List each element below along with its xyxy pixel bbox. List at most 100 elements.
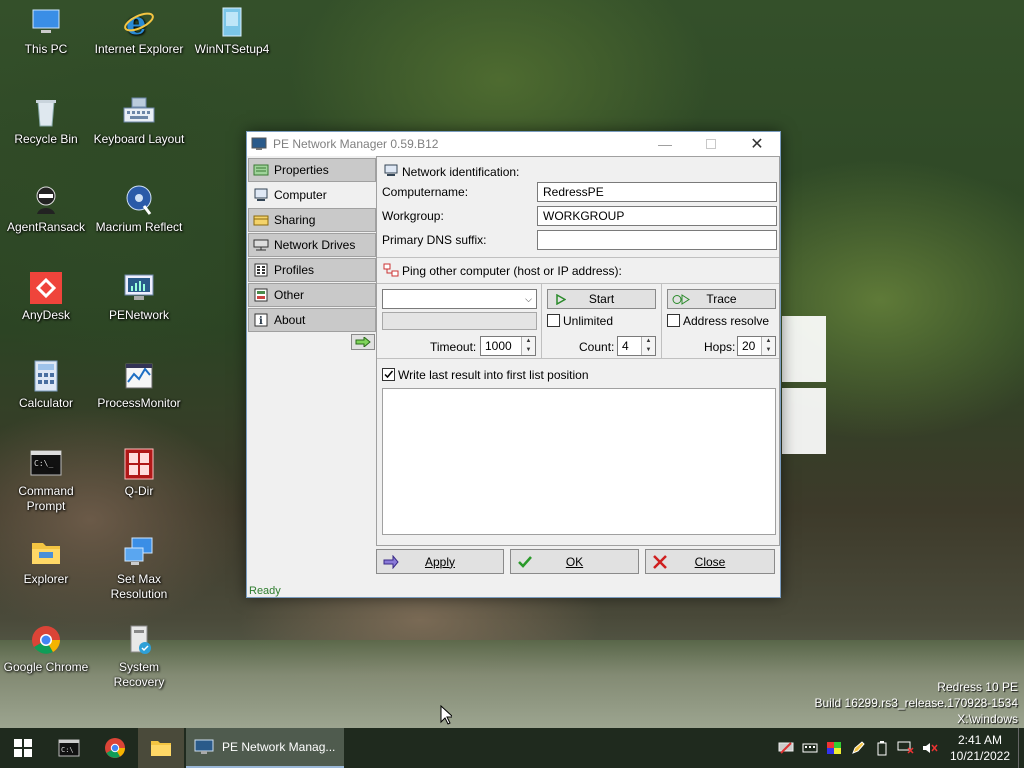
command-prompt-icon: C:\ — [58, 739, 80, 757]
macrium-reflect-icon — [122, 184, 156, 216]
tray-color-display[interactable] — [822, 728, 846, 768]
count-spinner[interactable]: 4 ▲ ▼ — [617, 336, 656, 356]
chrome-icon — [29, 624, 63, 656]
computername-field[interactable]: RedressPE — [537, 182, 777, 202]
apply-button[interactable]: Apply — [376, 549, 504, 574]
desktop-icon-winntsetup4[interactable]: WinNTSetup4 — [186, 6, 278, 57]
process-monitor-icon — [122, 360, 156, 392]
hops-label: Hops: — [704, 340, 736, 354]
trace-icon — [672, 294, 690, 305]
workgroup-label: Workgroup: — [382, 209, 444, 223]
divider — [377, 358, 779, 359]
tray-network-disconnected[interactable] — [894, 728, 918, 768]
tray-keyboard[interactable] — [798, 728, 822, 768]
minimize-button[interactable]: — — [642, 132, 688, 156]
collapse-sidebar-button[interactable] — [351, 334, 375, 350]
desktop-icon-penetwork[interactable]: PENetwork — [93, 272, 185, 323]
desktop-icon-command-prompt[interactable]: C:\_ Command Prompt — [0, 448, 92, 514]
desktop-icon-macrium-reflect[interactable]: Macrium Reflect — [93, 184, 185, 235]
anydesk-icon — [29, 272, 63, 304]
checkmark-icon — [518, 556, 532, 568]
desktop-icon-anydesk[interactable]: AnyDesk — [0, 272, 92, 323]
app-icon — [251, 137, 267, 151]
nav-item-profiles[interactable]: Profiles — [248, 258, 376, 282]
command-prompt-icon: C:\_ — [29, 448, 63, 480]
trace-button[interactable]: Trace — [667, 289, 776, 309]
tray-battery[interactable] — [870, 728, 894, 768]
maximize-button[interactable] — [688, 132, 734, 156]
network-monitor-icon — [122, 272, 156, 304]
hops-spinner[interactable]: 20 ▲ ▼ — [737, 336, 776, 356]
taskbar-clock[interactable]: 2:41 AM 10/21/2022 — [942, 732, 1018, 764]
spin-arrows-icon[interactable]: ▲ ▼ — [641, 337, 655, 355]
ping-results-list[interactable] — [382, 388, 776, 535]
nav-item-network-drives[interactable]: Network Drives — [248, 233, 376, 257]
network-drive-icon — [253, 239, 269, 251]
spin-arrows-icon[interactable]: ▲ ▼ — [521, 337, 535, 355]
windows-logo-wallpaper — [782, 316, 828, 454]
close-button[interactable]: Close — [645, 549, 775, 574]
dns-suffix-field[interactable] — [537, 230, 777, 250]
desktop-icon-explorer[interactable]: Explorer — [0, 536, 92, 587]
taskbar-explorer[interactable] — [138, 728, 184, 768]
nav-item-properties[interactable]: Properties — [248, 158, 376, 182]
network-monitor-icon — [194, 739, 214, 754]
tray-volume-muted[interactable] — [918, 728, 942, 768]
start-ping-button[interactable]: Start — [547, 289, 656, 309]
workgroup-field[interactable]: WORKGROUP — [537, 206, 777, 226]
desktop-icon-agentransack[interactable]: AgentRansack — [0, 184, 92, 235]
battery-icon — [877, 741, 887, 756]
agentransack-icon — [29, 184, 63, 216]
clock-date: 10/21/2022 — [949, 749, 1011, 763]
desktop-icon-keyboard-layout[interactable]: Keyboard Layout — [93, 96, 185, 147]
display-settings-icon — [122, 536, 156, 568]
ping-progress-bar — [382, 312, 537, 330]
show-desktop-button[interactable] — [1018, 728, 1024, 768]
network-identification-icon — [384, 164, 398, 176]
sidebar: Properties Computer Sharing Network Driv… — [247, 156, 377, 585]
status-bar: Ready — [249, 585, 281, 597]
arrow-right-icon — [355, 337, 371, 347]
pe-network-manager-window: PE Network Manager 0.59.B12 — ✕ Properti… — [246, 131, 781, 598]
desktop-icon-google-chrome[interactable]: Google Chrome — [0, 624, 92, 675]
computer-panel: Network identification: Computername: Re… — [376, 156, 780, 546]
checkmark-icon — [384, 370, 394, 379]
write-last-result-checkbox[interactable] — [382, 368, 395, 381]
nav-item-sharing[interactable]: Sharing — [248, 208, 376, 232]
color-display-icon — [827, 742, 841, 754]
address-resolve-checkbox[interactable] — [667, 314, 680, 327]
unlimited-checkbox[interactable] — [547, 314, 560, 327]
nav-item-about[interactable]: i About — [248, 308, 376, 332]
tray-network-tool[interactable] — [774, 728, 798, 768]
divider — [541, 283, 542, 358]
taskbar-pe-network-manager[interactable]: PE Network Manag... — [186, 728, 344, 768]
properties-icon — [253, 164, 269, 176]
timeout-spinner[interactable]: 1000 ▲ ▼ — [480, 336, 536, 356]
desktop-icon-this-pc[interactable]: This PC — [0, 6, 92, 57]
keyboard-icon — [802, 743, 818, 753]
ping-host-combobox[interactable]: ⌵ — [382, 289, 537, 309]
close-window-button[interactable]: ✕ — [734, 132, 780, 156]
desktop-icon-recycle-bin[interactable]: Recycle Bin — [0, 96, 92, 147]
start-button[interactable] — [0, 728, 46, 768]
desktop-icon-system-recovery[interactable]: System Recovery — [93, 624, 185, 690]
desktop-icon-processmonitor[interactable]: ProcessMonitor — [93, 360, 185, 411]
ok-button[interactable]: OK — [510, 549, 639, 574]
system-tray: 2:41 AM 10/21/2022 — [774, 728, 1024, 768]
taskbar-command-prompt[interactable]: C:\ — [46, 728, 92, 768]
desktop-icon-calculator[interactable]: Calculator — [0, 360, 92, 411]
nav-item-computer[interactable]: Computer — [248, 183, 376, 207]
desktop-icon-internet-explorer[interactable]: e Internet Explorer — [93, 4, 185, 57]
network-tool-icon — [778, 742, 794, 754]
desktop-icon-set-max-resolution[interactable]: Set Max Resolution — [93, 536, 185, 602]
taskbar-chrome[interactable] — [92, 728, 138, 768]
title-bar[interactable]: PE Network Manager 0.59.B12 — ✕ — [247, 132, 780, 156]
spin-arrows-icon[interactable]: ▲ ▼ — [761, 337, 775, 355]
nav-item-other[interactable]: Other — [248, 283, 376, 307]
tray-pen-tool[interactable] — [846, 728, 870, 768]
desktop-icon-q-dir[interactable]: Q-Dir — [93, 448, 185, 499]
play-icon — [556, 294, 566, 305]
system-recovery-icon — [122, 624, 156, 656]
dns-suffix-label: Primary DNS suffix: — [382, 233, 487, 247]
count-label: Count: — [579, 340, 615, 354]
